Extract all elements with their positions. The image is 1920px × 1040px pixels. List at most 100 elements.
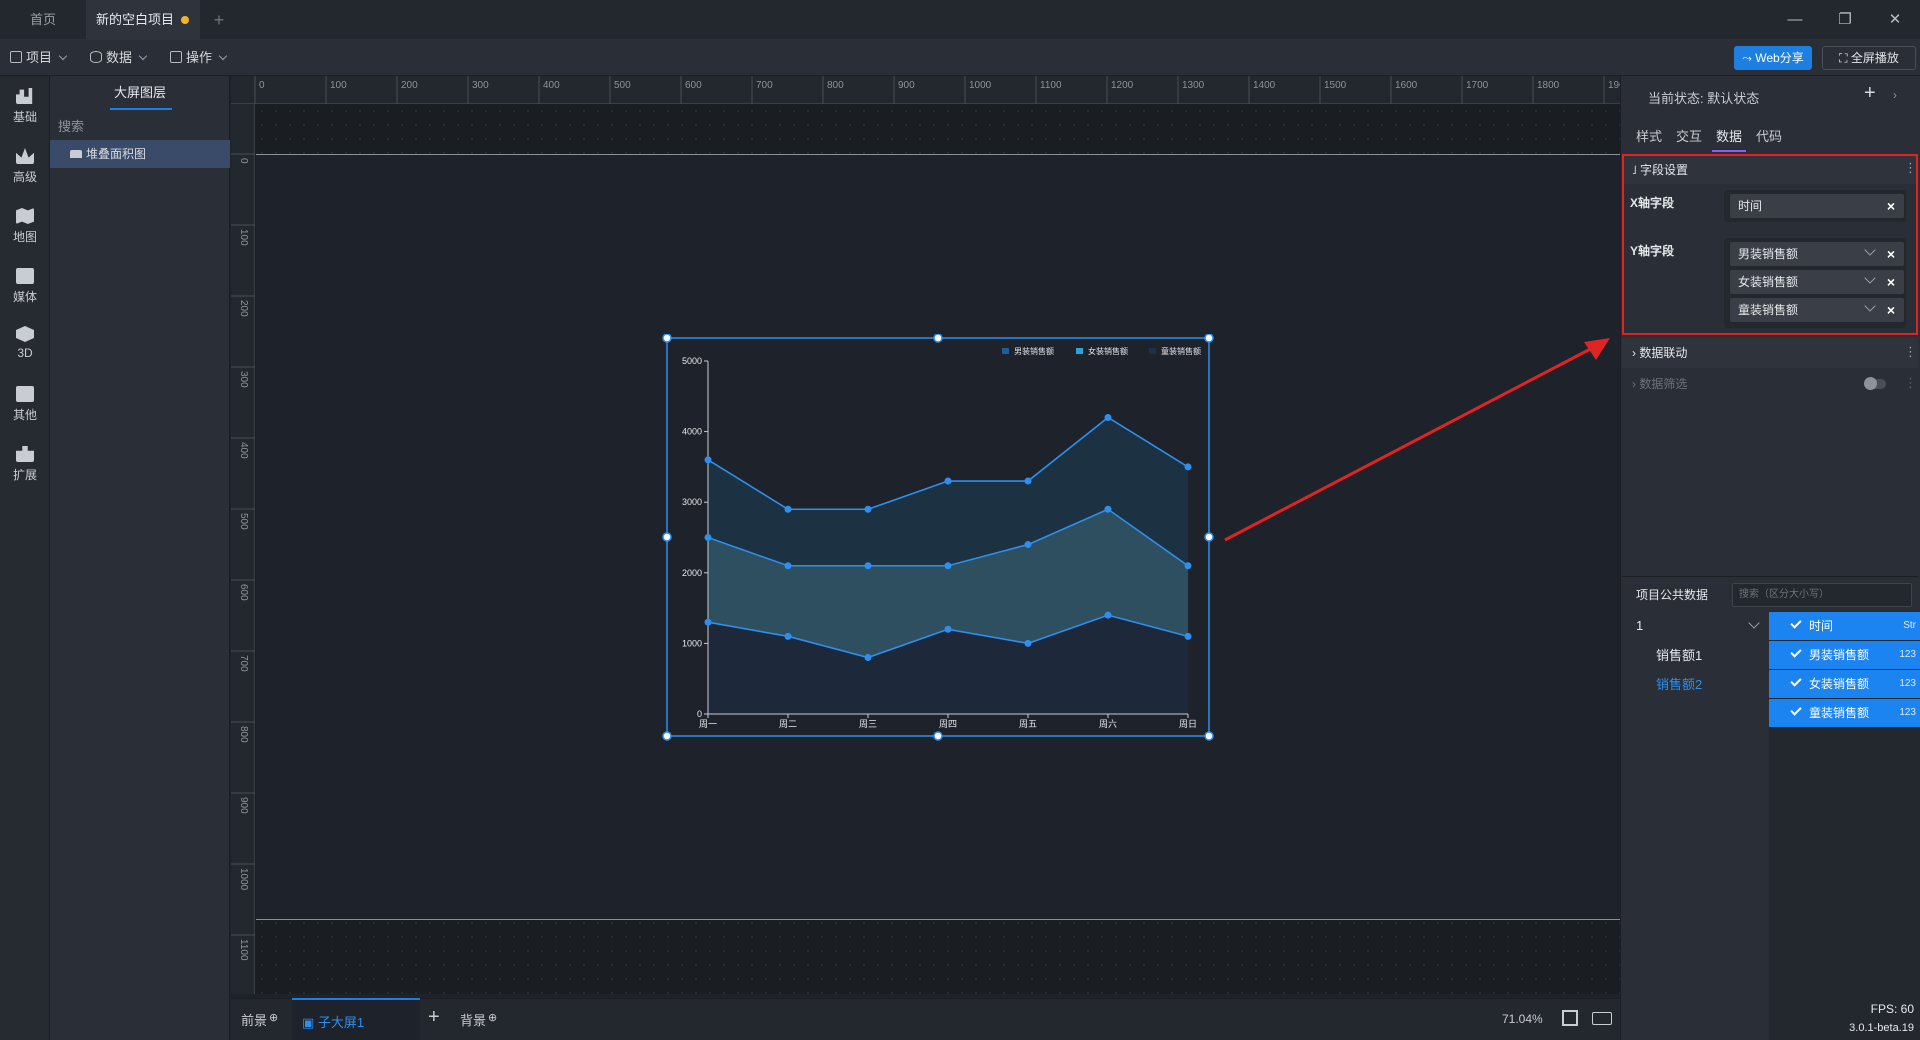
more-icon[interactable]: ⋮ <box>1904 344 1917 360</box>
remove-x-field-icon[interactable]: × <box>1884 199 1898 213</box>
chevron-right-icon[interactable]: › <box>1893 88 1897 102</box>
ruler-tick-label: 200 <box>401 80 418 91</box>
field-chip[interactable]: 女装销售额 123 <box>1769 670 1920 698</box>
field-name: 女装销售额 <box>1809 677 1870 691</box>
tab-data[interactable]: 数据 <box>1716 126 1742 150</box>
sidebar-label: 其他 <box>12 408 37 422</box>
ruler-tick-label: 0 <box>238 158 249 164</box>
sidebar-item-other[interactable]: 其他 <box>0 378 50 436</box>
ruler-tick-label: 700 <box>756 80 773 91</box>
y-field-chip[interactable]: 男装销售额 <box>1730 242 1904 266</box>
layers-search-input[interactable]: 搜索 <box>58 114 218 140</box>
menu-project[interactable]: 项目 <box>10 40 68 76</box>
x-tick-label: 周三 <box>859 719 877 729</box>
add-screen-icon[interactable]: + <box>428 1006 440 1029</box>
legend-label: 童装销售额 <box>1161 346 1201 356</box>
y-field-value: 男装销售额 <box>1738 247 1799 261</box>
y-field-chip[interactable]: 童装销售额 <box>1730 298 1904 322</box>
tab-code[interactable]: 代码 <box>1756 126 1782 150</box>
add-tab-icon[interactable]: + <box>206 0 232 40</box>
y-tick-label: 5000 <box>682 356 702 366</box>
area-chart-icon <box>70 150 82 158</box>
state-value[interactable]: 默认状态 <box>1707 91 1759 106</box>
resize-handle[interactable] <box>1204 731 1214 741</box>
foreground-tab[interactable]: 前景 ⊕ <box>241 1010 278 1029</box>
resize-handle[interactable] <box>662 731 672 741</box>
x-tick-label: 周四 <box>939 719 957 729</box>
remove-y-field-icon[interactable]: × <box>1884 303 1898 317</box>
field-type: 123 <box>1899 678 1916 689</box>
tab-underline <box>1712 150 1746 152</box>
web-share-button[interactable]: ⤳ Web分享 <box>1734 46 1812 70</box>
public-data-search-input[interactable]: 搜索（区分大小写） <box>1732 583 1912 607</box>
layer-item-label: 堆叠面积图 <box>86 147 147 161</box>
menu-data[interactable]: 数据 <box>90 40 148 76</box>
sidebar-item-media[interactable]: 媒体 <box>0 260 50 318</box>
sidebar-item-extension[interactable]: 扩展 <box>0 438 50 496</box>
annotation-arrow <box>1224 338 1610 542</box>
zoom-level[interactable]: 71.04% <box>1502 1012 1543 1026</box>
sidebar-item-map[interactable]: 地图 <box>0 200 50 258</box>
x-tick-label: 周二 <box>779 719 797 729</box>
field-chip[interactable]: 男装销售额 123 <box>1769 641 1920 669</box>
data-group[interactable]: 1 <box>1622 611 1770 640</box>
resize-handle[interactable] <box>933 731 943 741</box>
resize-handle[interactable] <box>1204 532 1214 542</box>
map-icon <box>16 208 34 224</box>
ruler-tick-label: 900 <box>898 80 915 91</box>
menu-operate[interactable]: 操作 <box>170 40 228 76</box>
sidebar-label: 媒体 <box>12 290 37 304</box>
add-state-icon[interactable]: + <box>1864 82 1876 105</box>
ruler-top: 0 100 200 300 400 500 600 700 800 900 1000 1100 1200… <box>231 76 1631 104</box>
sidebar-item-3d[interactable]: 3D <box>0 318 50 376</box>
x-field-chip[interactable]: 时间 <box>1730 194 1904 218</box>
y-tick-label: 3000 <box>682 497 702 507</box>
legend-swatch <box>1149 348 1156 354</box>
public-data-title: 项目公共数据 <box>1636 588 1709 602</box>
field-chip[interactable]: 时间 Str <box>1769 612 1920 640</box>
resize-handle[interactable] <box>933 334 943 343</box>
layers-panel <box>50 76 230 1040</box>
current-state: 当前状态: 默认状态 <box>1648 88 1759 107</box>
data-link-section[interactable]: › 数据联动 <box>1622 338 1918 368</box>
background-tab[interactable]: 背景 ⊕ <box>460 1010 497 1029</box>
cube-icon <box>16 326 34 342</box>
check-icon <box>1790 675 1802 687</box>
fullscreen-play-button[interactable]: ⛶ 全屏播放 <box>1822 46 1916 70</box>
tab-style[interactable]: 样式 <box>1636 126 1662 150</box>
sidebar-item-advanced[interactable]: 高级 <box>0 140 50 198</box>
layer-item[interactable]: 堆叠面积图 <box>50 140 230 168</box>
add-circle-icon[interactable]: ⊕ <box>488 1012 497 1024</box>
menu-data-label: 数据 <box>106 50 133 65</box>
background-label: 背景 <box>460 1013 487 1028</box>
tab-home[interactable]: 首页 <box>0 0 86 40</box>
data-point <box>864 654 872 662</box>
layers-title[interactable]: 大屏图层 <box>50 76 230 112</box>
ruler-tick-label: 300 <box>238 371 249 388</box>
add-circle-icon[interactable]: ⊕ <box>269 1012 278 1024</box>
more-icon[interactable]: ⋮ <box>1904 375 1917 391</box>
close-window-icon[interactable]: ✕ <box>1870 0 1920 40</box>
remove-y-field-icon[interactable]: × <box>1884 247 1898 261</box>
fps-readout: FPS: 60 <box>1870 1002 1914 1016</box>
field-chip[interactable]: 童装销售额 123 <box>1769 699 1920 727</box>
share-icon: ⤳ <box>1742 51 1756 65</box>
restore-icon[interactable]: ❐ <box>1820 0 1870 40</box>
fit-screen-icon[interactable] <box>1562 1010 1578 1026</box>
resize-handle[interactable] <box>662 334 672 343</box>
y-field-chip[interactable]: 女装销售额 <box>1730 270 1904 294</box>
resize-handle[interactable] <box>662 532 672 542</box>
fullscreen-icon: ⛶ <box>1839 51 1851 65</box>
sidebar-item-basic[interactable]: 基础 <box>0 80 50 138</box>
dataset-item-selected[interactable]: 销售额2 <box>1622 670 1770 699</box>
minimize-icon[interactable]: — <box>1770 0 1820 40</box>
resize-handle[interactable] <box>1204 334 1214 343</box>
stacked-area-chart[interactable]: 0 1000 2000 3000 4000 5000 周一 周二 周三 周四 周五 周六 周日 男装销售额… <box>660 334 1216 744</box>
tab-interaction[interactable]: 交互 <box>1676 126 1702 150</box>
unsaved-dot-icon <box>181 16 189 24</box>
screen-icon: ▣ <box>302 1015 318 1030</box>
dataset-item[interactable]: 销售额1 <box>1622 641 1770 670</box>
keyboard-icon[interactable] <box>1592 1012 1612 1025</box>
remove-y-field-icon[interactable]: × <box>1884 275 1898 289</box>
data-point <box>704 456 712 464</box>
